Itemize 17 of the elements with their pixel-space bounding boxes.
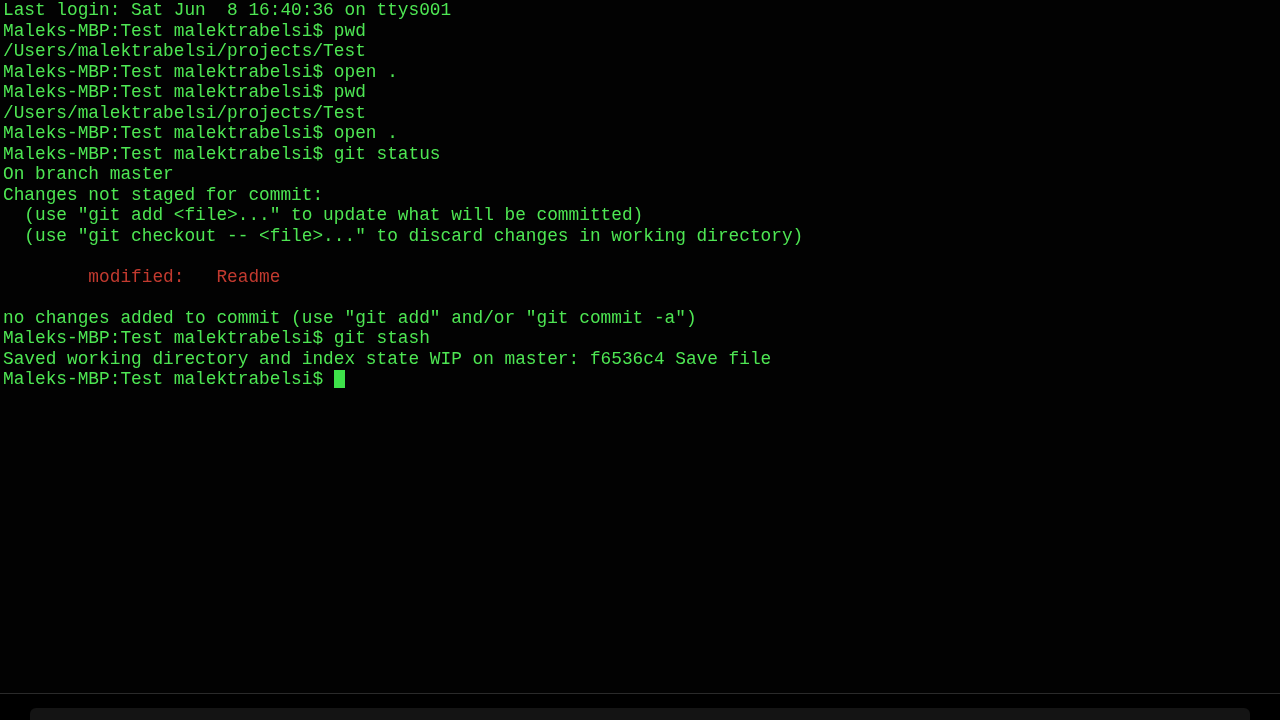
output-line: On branch master [3, 164, 174, 185]
output-line: Saved working directory and index state WIP on master: f6536c4 Save file [3, 348, 772, 369]
output-line: no changes added to commit (use "git add" and/or "git commit -a") [3, 307, 697, 328]
command-line: Maleks-MBP:Test malektrabelsi$ pwd [3, 20, 366, 41]
output-line: /Users/malektrabelsi/projects/Test [3, 41, 366, 62]
output-line: modified: Readme [87, 266, 281, 287]
command-line: Maleks-MBP:Test malektrabelsi$ pwd [3, 82, 366, 103]
output-line: Last login: Sat Jun 8 16:40:36 on ttys001 [3, 0, 452, 21]
command-line: Maleks-MBP:Test malektrabelsi$ git stash [3, 328, 430, 349]
output-line: Changes not staged for commit: [3, 184, 324, 205]
command-line: Maleks-MBP:Test malektrabelsi$ [3, 369, 325, 390]
output-line: /Users/malektrabelsi/projects/Test [3, 102, 366, 123]
command-line: Maleks-MBP:Test malektrabelsi$ git status [3, 143, 441, 164]
output-line: (use "git add <file>..." to update what will be committed) [23, 205, 644, 226]
command-line: Maleks-MBP:Test malektrabelsi$ open . [3, 123, 398, 144]
command-line: Maleks-MBP:Test malektrabelsi$ open . [3, 61, 398, 82]
output-line: (use "git checkout -- <file>..." to discard changes in working directory) [23, 225, 804, 246]
